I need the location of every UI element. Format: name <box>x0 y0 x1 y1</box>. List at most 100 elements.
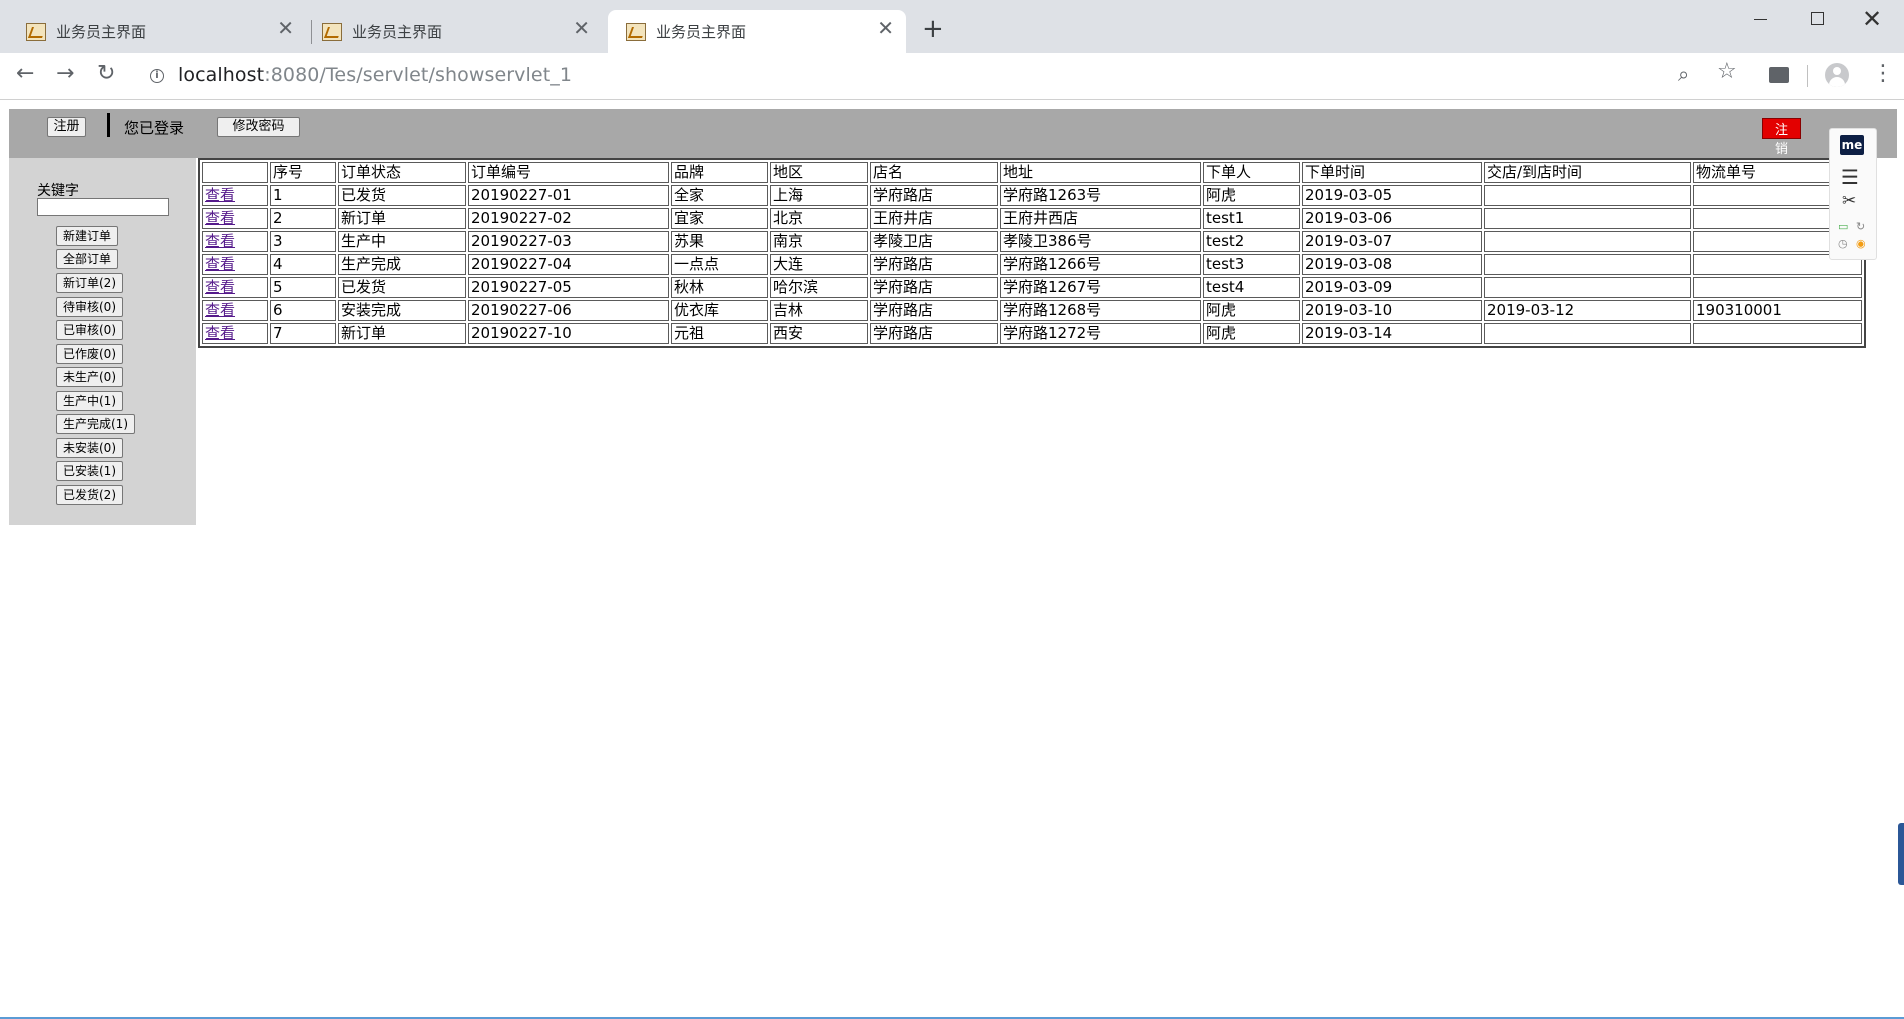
view-order-link[interactable]: 查看 <box>205 255 235 273</box>
view-order-link[interactable]: 查看 <box>205 324 235 342</box>
page-favicon-icon <box>26 23 46 41</box>
table-cell <box>1484 254 1691 275</box>
zoom-icon[interactable]: ⌕ <box>1678 62 1689 86</box>
table-cell: 生产完成 <box>338 254 466 275</box>
column-header: 订单状态 <box>338 162 466 183</box>
table-cell: 查看 <box>202 254 268 275</box>
table-cell: 阿虎 <box>1203 323 1300 344</box>
table-cell: 学府路店 <box>870 254 998 275</box>
column-header: 店名 <box>870 162 998 183</box>
back-icon[interactable]: ← <box>16 61 34 87</box>
side-widget-tab[interactable] <box>1898 823 1904 885</box>
table-cell: test4 <box>1203 277 1300 298</box>
table-cell: 宜家 <box>671 208 768 229</box>
view-order-link[interactable]: 查看 <box>205 278 235 296</box>
close-tab-icon[interactable]: ✕ <box>277 18 294 38</box>
table-cell: 已发货 <box>338 185 466 206</box>
table-cell <box>1484 277 1691 298</box>
table-cell: 学府路1267号 <box>1000 277 1201 298</box>
filter-shipped-button[interactable]: 已发货(2) <box>56 485 123 505</box>
filter-produced-button[interactable]: 生产完成(1) <box>56 414 135 434</box>
close-tab-icon[interactable]: ✕ <box>573 18 590 38</box>
table-cell: 2019-03-06 <box>1302 208 1482 229</box>
forward-icon[interactable]: → <box>56 61 74 87</box>
filter-pending-button[interactable]: 待审核(0) <box>56 297 123 317</box>
url-host: localhost <box>178 64 265 86</box>
column-header <box>202 162 268 183</box>
browser-tab[interactable]: 业务员主界面 ✕ <box>8 10 306 53</box>
table-row: 查看 4 生产完成 20190227-04 一点点 大连 学府路店 学府路1266号 test3… <box>202 254 1862 275</box>
window-close-icon[interactable]: ✕ <box>1862 4 1882 34</box>
table-row: 查看 1 已发货 20190227-01 全家 上海 学府路店 学府路1263号 阿虎 2019-… <box>202 185 1862 206</box>
cast-icon[interactable]: ▭ <box>1838 220 1848 233</box>
info-icon[interactable]: i <box>150 69 164 83</box>
table-cell: 孝陵卫386号 <box>1000 231 1201 252</box>
filter-new-button[interactable]: 新订单(2) <box>56 273 123 293</box>
login-status: 您已登录 <box>124 119 185 137</box>
table-cell: 2019-03-14 <box>1302 323 1482 344</box>
star-icon[interactable]: ☆ <box>1717 59 1737 84</box>
keyword-input[interactable] <box>37 198 169 216</box>
logout-button[interactable]: 注销 <box>1762 118 1801 156</box>
avatar[interactable] <box>1825 63 1849 87</box>
table-cell: 20190227-03 <box>468 231 669 252</box>
clock-icon[interactable]: ◷ <box>1838 237 1848 250</box>
table-cell: 20190227-02 <box>468 208 669 229</box>
table-cell: 秋林 <box>671 277 768 298</box>
table-cell: 元祖 <box>671 323 768 344</box>
table-cell: 南京 <box>770 231 868 252</box>
table-cell: 阿虎 <box>1203 185 1300 206</box>
floating-toolbar: me ☰ ✂ ▭ ↻ ◷ ◉ <box>1829 128 1877 260</box>
me-logo-icon[interactable]: me <box>1840 135 1864 155</box>
table-cell: 西安 <box>770 323 868 344</box>
eye-icon[interactable]: ◉ <box>1856 237 1866 250</box>
table-cell: 王府井西店 <box>1000 208 1201 229</box>
sidebar: 关键字 新建订单 全部订单 新订单(2) 待审核(0) 已审核(0) 已作废(0… <box>9 158 196 525</box>
menu-icon[interactable]: ⋮ <box>1872 61 1894 87</box>
table-row: 查看 7 新订单 20190227-10 元祖 西安 学府路店 学府路1272号 阿虎 2019-… <box>202 323 1862 344</box>
view-order-link[interactable]: 查看 <box>205 186 235 204</box>
table-cell: 学府路1263号 <box>1000 185 1201 206</box>
address-bar[interactable]: localhost:8080/Tes/servlet/showservlet_1 <box>178 64 572 86</box>
new-order-button[interactable]: 新建订单 <box>56 226 119 246</box>
new-tab-icon[interactable]: + <box>922 16 944 42</box>
filter-unproduced-button[interactable]: 未生产(0) <box>56 367 123 387</box>
table-header-row: 序号 订单状态 订单编号 品牌 地区 店名 地址 下单人 下单时间 交店/到店时间 物流单号 <box>202 162 1862 183</box>
browser-toolbar: ← → ↻ i localhost:8080/Tes/servlet/shows… <box>0 53 1904 100</box>
maximize-icon[interactable] <box>1811 12 1824 25</box>
table-cell: 6 <box>270 300 336 321</box>
hamburger-icon[interactable]: ☰ <box>1841 167 1859 187</box>
extension-icon[interactable] <box>1769 67 1789 83</box>
table-cell <box>1693 323 1862 344</box>
refresh-small-icon[interactable]: ↻ <box>1856 220 1865 233</box>
change-password-button[interactable]: 修改密码 <box>217 117 300 137</box>
table-cell <box>1693 277 1862 298</box>
table-cell: 20190227-06 <box>468 300 669 321</box>
browser-tab-active[interactable]: 业务员主界面 ✕ <box>608 10 906 53</box>
all-orders-button[interactable]: 全部订单 <box>56 249 119 269</box>
table-cell: 2019-03-12 <box>1484 300 1691 321</box>
table-cell: 学府路1268号 <box>1000 300 1201 321</box>
filter-producing-button[interactable]: 生产中(1) <box>56 391 123 411</box>
table-cell: 学府路店 <box>870 277 998 298</box>
filter-uninstalled-button[interactable]: 未安装(0) <box>56 438 123 458</box>
page-favicon-icon <box>626 23 646 41</box>
reload-icon[interactable]: ↻ <box>97 61 115 87</box>
filter-voided-button[interactable]: 已作废(0) <box>56 344 123 364</box>
view-order-link[interactable]: 查看 <box>205 232 235 250</box>
view-order-link[interactable]: 查看 <box>205 301 235 319</box>
magic-wand-icon[interactable]: ✂ <box>1842 191 1856 211</box>
filter-approved-button[interactable]: 已审核(0) <box>56 320 123 340</box>
view-order-link[interactable]: 查看 <box>205 209 235 227</box>
close-tab-icon[interactable]: ✕ <box>877 18 894 38</box>
browser-tab[interactable]: 业务员主界面 ✕ <box>304 10 602 53</box>
register-button[interactable]: 注册 <box>47 117 86 137</box>
column-header: 下单时间 <box>1302 162 1482 183</box>
filter-installed-button[interactable]: 已安装(1) <box>56 461 123 481</box>
table-cell: 新订单 <box>338 323 466 344</box>
minimize-icon[interactable] <box>1754 19 1767 20</box>
column-header: 序号 <box>270 162 336 183</box>
table-cell: 阿虎 <box>1203 300 1300 321</box>
table-cell: 吉林 <box>770 300 868 321</box>
table-cell: 查看 <box>202 231 268 252</box>
